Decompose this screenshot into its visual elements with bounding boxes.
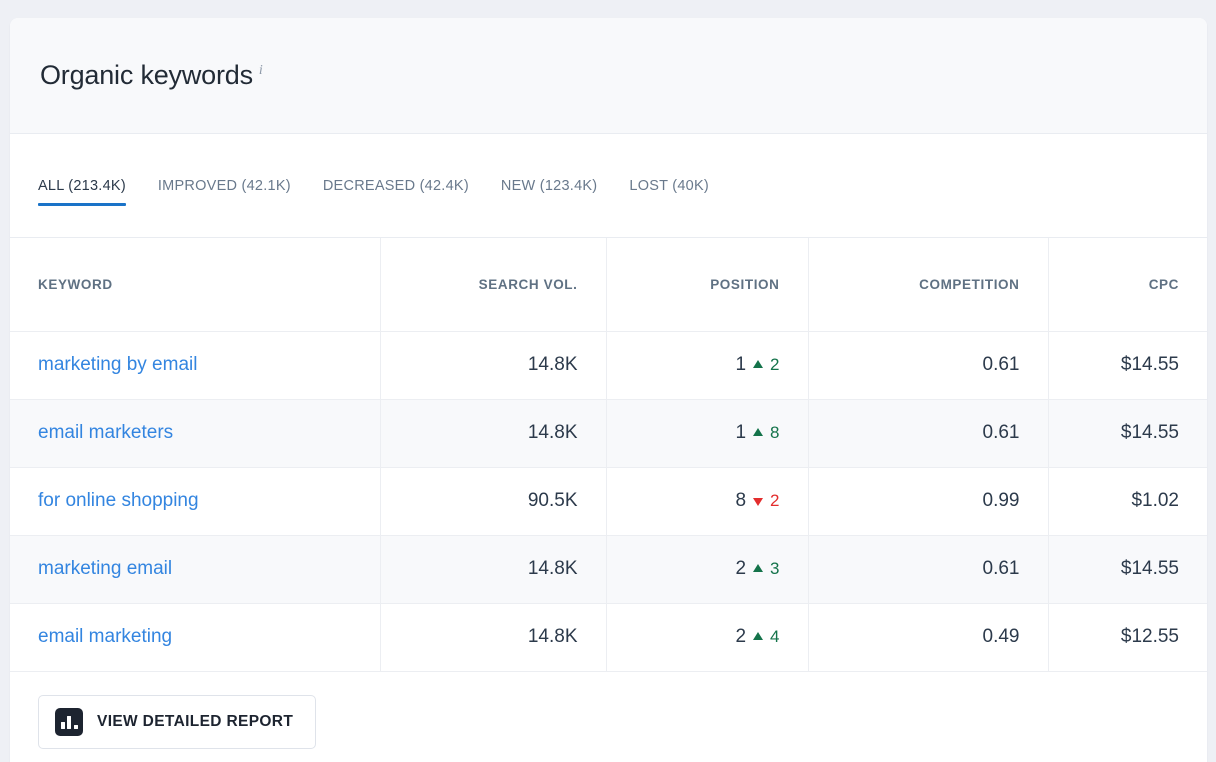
arrow-up-icon — [753, 632, 764, 640]
cell-position: 1 8 — [606, 399, 809, 468]
position-group: 1 8 — [735, 422, 779, 444]
organic-keywords-card: Organic keywords i ALL (213.4K) IMPROVED … — [10, 18, 1207, 762]
column-header-competition[interactable]: COMPETITION — [808, 238, 1049, 332]
cell-keyword: email marketers — [10, 399, 381, 468]
cell-cpc: $14.55 — [1048, 399, 1207, 468]
column-header-cpc[interactable]: CPC — [1048, 238, 1207, 332]
keyword-link[interactable]: email marketers — [38, 422, 173, 443]
position-group: 1 2 — [735, 354, 779, 376]
table-body: marketing by email 14.8K 1 2 0.61 $14.55… — [10, 331, 1207, 672]
position-value: 1 — [735, 354, 747, 375]
table-row: email marketers 14.8K 1 8 0.61 $14.55 — [10, 399, 1207, 468]
cell-search-volume: 14.8K — [380, 603, 607, 672]
table-row: email marketing 14.8K 2 4 0.49 $12.55 — [10, 603, 1207, 672]
position-group: 2 4 — [735, 626, 779, 648]
column-header-keyword[interactable]: KEYWORD — [10, 238, 381, 332]
card-footer: VIEW DETAILED REPORT — [10, 671, 1207, 762]
card-header: Organic keywords i — [10, 18, 1207, 134]
position-change: 3 — [770, 559, 780, 578]
cell-competition: 0.49 — [808, 603, 1049, 672]
arrow-up-icon — [753, 428, 764, 436]
position-value: 2 — [735, 558, 747, 579]
cell-position: 2 4 — [606, 603, 809, 672]
cell-search-volume: 14.8K — [380, 535, 607, 604]
page-background: Organic keywords i ALL (213.4K) IMPROVED … — [0, 0, 1216, 762]
position-group: 2 3 — [735, 558, 779, 580]
cell-keyword: email marketing — [10, 603, 381, 672]
cell-cpc: $14.55 — [1048, 535, 1207, 604]
tab-all[interactable]: ALL (213.4K) — [38, 178, 126, 206]
position-change: 8 — [770, 423, 780, 442]
position-change: 2 — [770, 491, 780, 510]
cell-position: 8 2 — [606, 467, 809, 536]
arrow-up-icon — [753, 360, 764, 368]
arrow-up-icon — [753, 564, 764, 572]
cell-competition: 0.61 — [808, 331, 1049, 400]
tab-new[interactable]: NEW (123.4K) — [501, 178, 597, 206]
cell-cpc: $1.02 — [1048, 467, 1207, 536]
position-change: 2 — [770, 355, 780, 374]
cell-competition: 0.99 — [808, 467, 1049, 536]
table-row: marketing email 14.8K 2 3 0.61 $14.55 — [10, 535, 1207, 604]
cell-keyword: for online shopping — [10, 467, 381, 536]
organic-keywords-table: KEYWORD SEARCH VOL. POSITION COMPETITION… — [10, 238, 1207, 672]
cell-search-volume: 90.5K — [380, 467, 607, 536]
table-row: marketing by email 14.8K 1 2 0.61 $14.55 — [10, 331, 1207, 400]
table-header: KEYWORD SEARCH VOL. POSITION COMPETITION… — [10, 238, 1207, 332]
view-detailed-report-button[interactable]: VIEW DETAILED REPORT — [38, 694, 317, 749]
tab-lost[interactable]: LOST (40K) — [629, 178, 709, 206]
cell-keyword: marketing email — [10, 535, 381, 604]
table-header-row: KEYWORD SEARCH VOL. POSITION COMPETITION… — [10, 238, 1207, 332]
filter-tabs: ALL (213.4K) IMPROVED (42.1K) DECREASED … — [10, 134, 1207, 238]
keyword-link[interactable]: email marketing — [38, 626, 172, 647]
cell-competition: 0.61 — [808, 535, 1049, 604]
view-detailed-report-label: VIEW DETAILED REPORT — [97, 712, 294, 730]
page-title: Organic keywords i — [40, 62, 263, 89]
column-header-search-volume[interactable]: SEARCH VOL. — [380, 238, 607, 332]
tab-improved[interactable]: IMPROVED (42.1K) — [158, 178, 291, 206]
position-value: 1 — [735, 422, 747, 443]
position-group: 8 2 — [735, 490, 779, 512]
cell-keyword: marketing by email — [10, 331, 381, 400]
position-value: 8 — [735, 490, 747, 511]
cell-position: 1 2 — [606, 331, 809, 400]
position-change: 4 — [770, 627, 780, 646]
tab-decreased[interactable]: DECREASED (42.4K) — [323, 178, 469, 206]
bar-chart-icon — [55, 707, 83, 736]
keyword-link[interactable]: marketing email — [38, 558, 172, 579]
keyword-link[interactable]: marketing by email — [38, 354, 197, 375]
cell-competition: 0.61 — [808, 399, 1049, 468]
table-row: for online shopping 90.5K 8 2 0.99 $1.02 — [10, 467, 1207, 536]
cell-position: 2 3 — [606, 535, 809, 604]
cell-search-volume: 14.8K — [380, 331, 607, 400]
keyword-link[interactable]: for online shopping — [38, 490, 199, 511]
info-icon[interactable]: i — [259, 63, 263, 78]
column-header-position[interactable]: POSITION — [606, 238, 809, 332]
position-value: 2 — [735, 626, 747, 647]
page-title-text: Organic keywords — [40, 60, 253, 90]
cell-cpc: $12.55 — [1048, 603, 1207, 672]
cell-search-volume: 14.8K — [380, 399, 607, 468]
cell-cpc: $14.55 — [1048, 331, 1207, 400]
arrow-down-icon — [753, 498, 764, 506]
